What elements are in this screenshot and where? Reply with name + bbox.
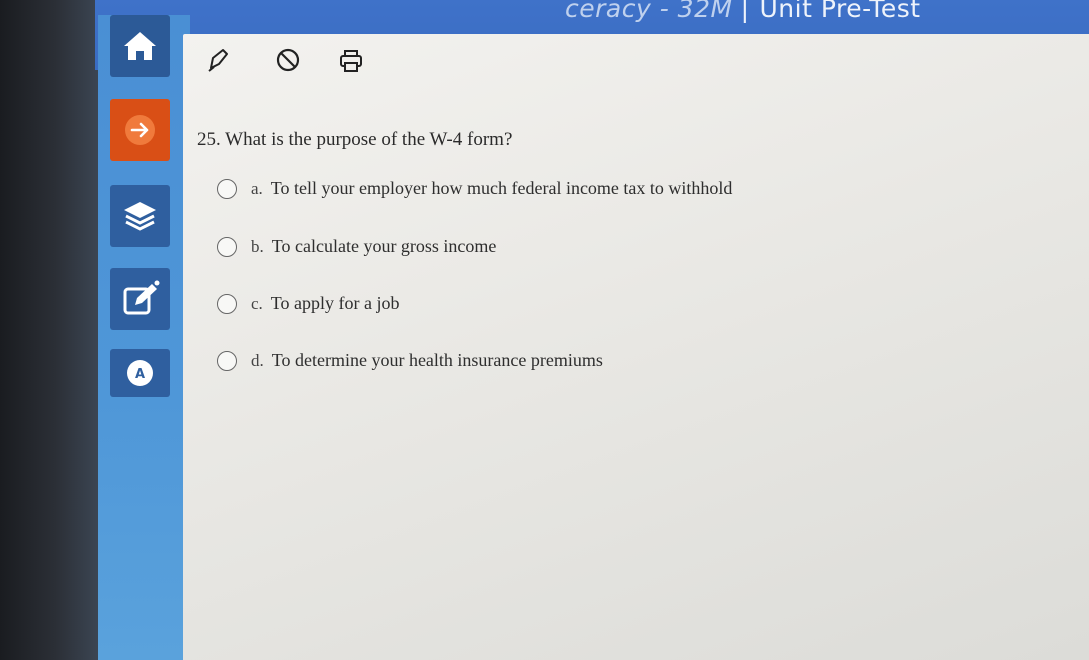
answer-option-b[interactable]: b. To calculate your gross income xyxy=(217,236,496,257)
option-text: To calculate your gross income xyxy=(271,236,497,256)
question-panel: 25. What is the purpose of the W-4 form?… xyxy=(183,34,1089,660)
screen-bezel xyxy=(0,0,100,660)
sidebar: A xyxy=(98,15,190,660)
option-letter: a. xyxy=(251,178,263,198)
page-title: ceracy - 32M | Unit Pre-Test xyxy=(565,0,921,23)
sidebar-item-layers[interactable] xyxy=(110,185,170,247)
title-separator: | xyxy=(740,0,750,23)
radio-button[interactable] xyxy=(217,293,237,314)
pen-icon[interactable] xyxy=(205,46,231,74)
sidebar-item-next[interactable] xyxy=(110,99,170,161)
question-text: 25. What is the purpose of the W-4 form? xyxy=(197,129,512,151)
svg-text:A: A xyxy=(135,367,145,382)
sidebar-item-home[interactable] xyxy=(110,15,170,77)
home-icon xyxy=(121,29,159,63)
question-prompt: What is the purpose of the W-4 form? xyxy=(225,129,513,150)
answer-option-a[interactable]: a. To tell your employer how much federa… xyxy=(217,178,732,199)
text-to-speech-icon: A xyxy=(123,356,157,390)
option-text: To determine your health insurance premi… xyxy=(271,350,603,370)
option-letter: c. xyxy=(251,293,263,313)
option-letter: d. xyxy=(251,350,264,370)
layers-icon xyxy=(120,198,160,234)
radio-button[interactable] xyxy=(217,178,237,199)
arrow-right-icon xyxy=(123,113,157,147)
radio-button[interactable] xyxy=(217,350,237,371)
sidebar-item-edit[interactable] xyxy=(110,268,170,330)
eliminate-icon[interactable] xyxy=(275,47,301,73)
question-number: 25. xyxy=(197,129,221,150)
test-title: Unit Pre-Test xyxy=(759,0,921,23)
answer-option-d[interactable]: d. To determine your health insurance pr… xyxy=(217,350,603,371)
radio-button[interactable] xyxy=(217,236,237,257)
sidebar-item-accessibility[interactable]: A xyxy=(110,349,170,397)
option-text: To apply for a job xyxy=(270,293,400,313)
answer-option-c[interactable]: c. To apply for a job xyxy=(217,293,400,314)
option-letter: b. xyxy=(251,236,264,256)
breadcrumb: ceracy - 32M xyxy=(565,0,733,23)
edit-icon xyxy=(120,280,160,318)
print-icon[interactable] xyxy=(338,47,364,75)
option-text: To tell your employer how much federal i… xyxy=(270,178,733,198)
